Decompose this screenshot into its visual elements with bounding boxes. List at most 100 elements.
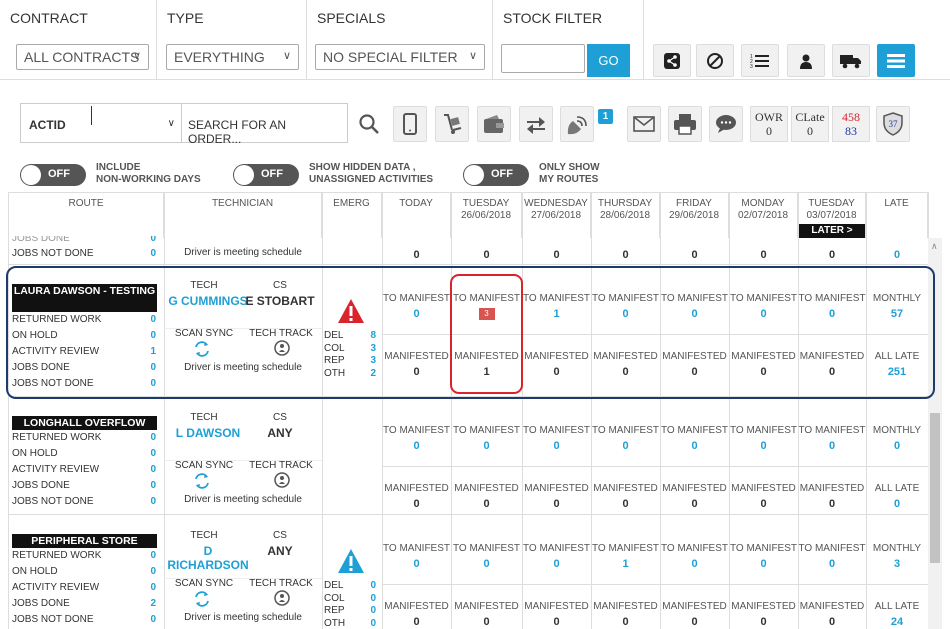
emerg-row[interactable]: COL 0 (324, 593, 380, 606)
ban-icon[interactable] (696, 44, 734, 77)
cs-name[interactable]: ANY (240, 544, 320, 558)
to-manifest-cell[interactable]: TO MANIFEST 0 (382, 542, 451, 572)
to-manifest-cell[interactable]: TO MANIFEST 0 (451, 542, 522, 572)
late-counter[interactable]: 458 83 (832, 106, 870, 142)
search-input[interactable]: SEARCH FOR AN ORDER... (182, 103, 348, 146)
manifested-cell[interactable]: MANIFESTED 0 (729, 482, 798, 512)
manifested-cell[interactable]: MANIFESTED 0 (660, 482, 729, 512)
alert-triangle-icon[interactable] (336, 548, 366, 577)
manifested-cell[interactable]: MANIFESTED 0 (660, 600, 729, 629)
manifested-cell[interactable]: MANIFESTED 0 (451, 482, 522, 512)
manifested-cell[interactable]: MANIFESTED 0 (382, 600, 451, 629)
manifested-cell[interactable]: MANIFESTED 0 (522, 600, 591, 629)
monthly-cell[interactable]: MONTHLY 0 (866, 424, 928, 454)
go-button[interactable]: GO (587, 44, 630, 77)
manifested-cell[interactable]: MANIFESTED 0 (729, 600, 798, 629)
specials-select[interactable]: NO SPECIAL FILTER ∨ (315, 44, 485, 70)
to-manifest-cell[interactable]: TO MANIFEST 0 (591, 424, 660, 454)
cs-name[interactable]: ANY (240, 426, 320, 440)
route-stat-row[interactable]: ON HOLD 0 (12, 564, 160, 580)
mobile-phone-icon[interactable] (393, 106, 427, 142)
search-icon[interactable] (352, 106, 386, 142)
manifested-cell[interactable]: 0 (382, 247, 451, 263)
manifested-cell[interactable]: 0 (451, 247, 522, 263)
route-name[interactable]: PERIPHERAL STORE (12, 534, 157, 548)
manifested-cell[interactable]: MANIFESTED 0 (798, 482, 866, 512)
printer-icon[interactable] (668, 106, 702, 142)
scroll-up-icon[interactable]: ∧ (931, 241, 938, 252)
to-manifest-cell[interactable]: TO MANIFEST 0 (729, 424, 798, 454)
manifested-cell[interactable]: MANIFESTED 0 (591, 600, 660, 629)
type-select[interactable]: EVERYTHING ∨ (166, 44, 299, 70)
hidden-data-toggle[interactable]: OFF (233, 164, 299, 186)
to-manifest-cell[interactable]: TO MANIFEST 0 (798, 424, 866, 454)
sync-icon[interactable] (192, 590, 212, 611)
tech-name[interactable]: D RICHARDSON (164, 544, 252, 572)
driver-status-text: Driver is meeting schedule (184, 247, 302, 258)
satellite-dish-icon[interactable] (560, 106, 594, 142)
route-name[interactable]: LONGHALL OVERFLOW (12, 416, 157, 430)
route-stat-row[interactable]: JOBS DONE 0 (12, 478, 160, 494)
contract-select[interactable]: ALL CONTRACTS ∨ (16, 44, 149, 70)
stock-input[interactable] (501, 44, 585, 73)
manifested-cell[interactable]: 0 (660, 247, 729, 263)
manifested-cell[interactable]: 0 (522, 247, 591, 263)
all-late-cell[interactable]: ALL LATE 0 (866, 482, 928, 512)
route-stat-row[interactable]: JOBS DONE 2 (12, 596, 160, 612)
manifested-cell[interactable]: 0 (591, 247, 660, 263)
to-manifest-cell[interactable]: TO MANIFEST 0 (660, 424, 729, 454)
later-button[interactable]: LATER > (799, 224, 865, 238)
emerg-row[interactable]: OTH 0 (324, 618, 380, 629)
wallet-icon[interactable] (477, 106, 511, 142)
manifested-cell[interactable]: MANIFESTED 0 (522, 482, 591, 512)
manifested-cell[interactable]: 0 (866, 247, 928, 263)
clate-counter[interactable]: CLate 0 (791, 106, 829, 142)
to-manifest-cell[interactable]: TO MANIFEST 0 (522, 542, 591, 572)
tech-name[interactable]: L DAWSON (164, 426, 252, 440)
to-manifest-cell[interactable]: TO MANIFEST 0 (729, 542, 798, 572)
mail-icon[interactable] (627, 106, 661, 142)
search-scope-select[interactable]: ACTID ∨ (20, 103, 182, 143)
non-working-days-toggle[interactable]: OFF (20, 164, 86, 186)
manifested-cell[interactable]: MANIFESTED 0 (451, 600, 522, 629)
route-stat-row[interactable]: ACTIVITY REVIEW 0 (12, 580, 160, 596)
route-stat-row[interactable]: JOBS NOT DONE 0 (12, 612, 160, 628)
scrollbar-thumb[interactable] (930, 413, 940, 563)
share-icon[interactable] (653, 44, 691, 77)
my-routes-toggle[interactable]: OFF (463, 164, 529, 186)
to-manifest-cell[interactable]: TO MANIFEST 0 (798, 542, 866, 572)
to-manifest-cell[interactable]: TO MANIFEST 0 (522, 424, 591, 454)
all-late-cell[interactable]: ALL LATE 24 (866, 600, 928, 629)
contract-header: CONTRACT (10, 10, 88, 26)
to-manifest-cell[interactable]: TO MANIFEST 0 (382, 424, 451, 454)
user-icon[interactable] (787, 44, 825, 77)
to-manifest-cell[interactable]: TO MANIFEST 0 (660, 542, 729, 572)
menu-icon[interactable] (877, 44, 915, 77)
manifested-cell[interactable]: MANIFESTED 0 (798, 600, 866, 629)
sync-icon[interactable] (192, 472, 212, 493)
emerg-row[interactable]: DEL 0 (324, 580, 380, 593)
track-location-icon[interactable] (272, 590, 292, 609)
owr-counter[interactable]: OWR 0 (750, 106, 788, 142)
shield-icon[interactable]: 37 (876, 106, 910, 142)
emerg-row[interactable]: REP 0 (324, 605, 380, 618)
route-stat-row[interactable]: ON HOLD 0 (12, 446, 160, 462)
manifested-cell[interactable]: 0 (798, 247, 866, 263)
hand-truck-icon[interactable] (435, 106, 469, 142)
monthly-cell[interactable]: MONTHLY 3 (866, 542, 928, 572)
route-stat-row[interactable]: RETURNED WORK 0 (12, 548, 160, 564)
manifested-cell[interactable]: MANIFESTED 0 (591, 482, 660, 512)
route-stat-row[interactable]: JOBS NOT DONE 0 (12, 494, 160, 510)
to-manifest-cell[interactable]: TO MANIFEST 0 (451, 424, 522, 454)
manifested-cell[interactable]: 0 (729, 247, 798, 263)
route-stat-row[interactable]: RETURNED WORK 0 (12, 430, 160, 446)
route-stat-row[interactable]: ACTIVITY REVIEW 0 (12, 462, 160, 478)
to-manifest-cell[interactable]: TO MANIFEST 1 (591, 542, 660, 572)
manifested-cell[interactable]: MANIFESTED 0 (382, 482, 451, 512)
truck-icon[interactable] (832, 44, 870, 77)
sync-arrows-icon[interactable] (519, 106, 553, 142)
chevron-down-icon: ∨ (282, 50, 291, 62)
numbered-list-icon[interactable]: 123 (741, 44, 779, 77)
track-location-icon[interactable] (272, 472, 292, 491)
chat-bubble-icon[interactable] (709, 106, 743, 142)
